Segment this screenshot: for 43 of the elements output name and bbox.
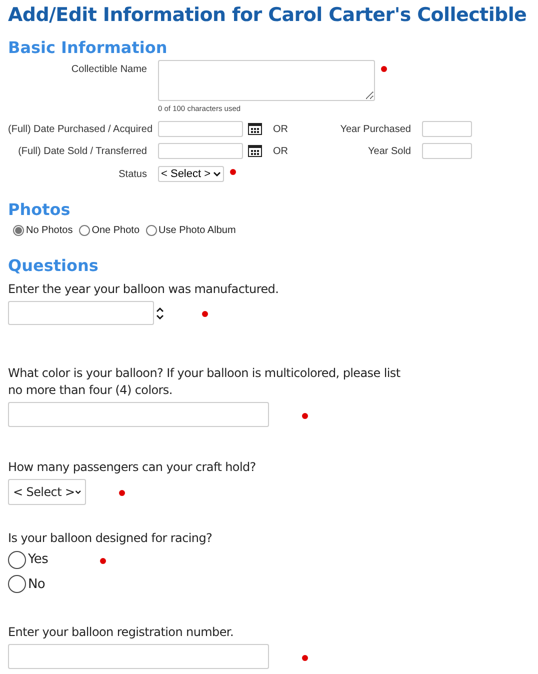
radio-label: Yes (28, 551, 48, 569)
field-label: (Full) Date Sold / Transferred (17, 144, 148, 158)
spinner-down-icon[interactable] (156, 314, 164, 320)
question-text: Enter the year your balloon was manufactured. (8, 281, 280, 298)
name-field[interactable] (158, 60, 375, 101)
question-text: Enter your balloon registration number. (8, 624, 234, 641)
field-label: (Full) Date Purchased / Acquired (8, 122, 154, 136)
field-label: Collectible Name (70, 63, 148, 77)
radio-button[interactable] (78, 225, 90, 236)
year-field[interactable] (8, 301, 154, 325)
date-field[interactable] (158, 121, 243, 137)
field-label: Status (118, 168, 148, 182)
question-text: Is your balloon designed for racing? (8, 530, 214, 547)
status-select[interactable]: < Select > (158, 166, 224, 182)
radio-button[interactable] (146, 225, 157, 236)
section-heading: Photos (8, 200, 72, 220)
year-field[interactable] (422, 143, 472, 159)
question-text: How many passengers can your craft hold? (8, 459, 257, 476)
calendar-icon[interactable] (248, 145, 262, 157)
field-label: Year Sold (367, 144, 411, 158)
text-field[interactable] (8, 402, 269, 427)
year-field[interactable] (422, 121, 472, 137)
field-label: Year Purchased (339, 122, 411, 136)
radio-label: Use Photo Album (158, 224, 236, 238)
page-title: Add/Edit Information for Carol Carter's Collectible (8, 3, 528, 28)
date-field[interactable] (158, 143, 243, 159)
radio-button[interactable] (13, 225, 24, 236)
radio-button[interactable] (8, 575, 26, 594)
dropdown-caret-icon[interactable] (74, 490, 81, 494)
section-heading: Questions (8, 256, 100, 276)
radio-label: One Photo (92, 224, 140, 238)
radio-button[interactable] (8, 550, 26, 569)
radio-label: No (28, 576, 46, 594)
or-text: OR (273, 122, 289, 136)
section-heading: Basic Information (8, 38, 168, 58)
radio-label: No Photos (26, 224, 73, 238)
calendar-icon[interactable] (248, 123, 262, 135)
dropdown-caret-icon[interactable] (212, 172, 221, 176)
text-field[interactable] (8, 644, 269, 669)
or-text: OR (273, 144, 289, 158)
spinner-up-icon[interactable] (156, 306, 164, 312)
question-text: What color is your balloon? If your balloon is multicolored, please list no more than four (4) colors. (8, 365, 402, 399)
passengers-select[interactable]: < Select > (8, 479, 86, 505)
